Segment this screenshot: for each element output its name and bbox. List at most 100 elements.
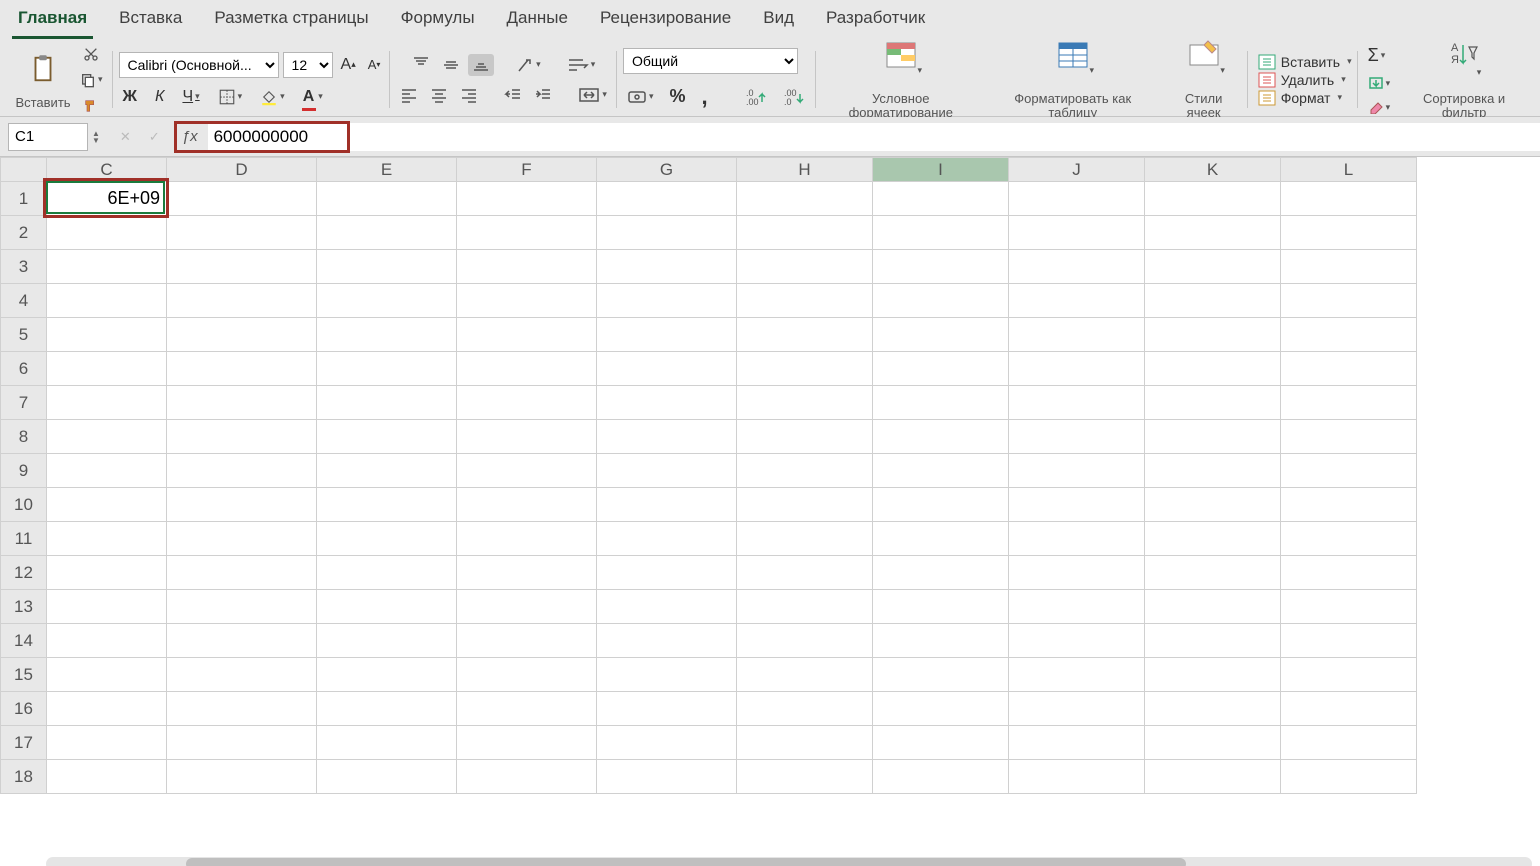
cell-L12[interactable] bbox=[1281, 556, 1417, 590]
tab-formulas[interactable]: Формулы bbox=[395, 4, 481, 39]
insert-cells-button[interactable]: Вставить▾ bbox=[1258, 54, 1352, 70]
cell-I9[interactable] bbox=[873, 454, 1009, 488]
cell-G18[interactable] bbox=[597, 760, 737, 794]
cell-J8[interactable] bbox=[1009, 420, 1145, 454]
cell-F2[interactable] bbox=[457, 216, 597, 250]
cell-H3[interactable] bbox=[737, 250, 873, 284]
tab-home[interactable]: Главная bbox=[12, 4, 93, 39]
cell-I16[interactable] bbox=[873, 692, 1009, 726]
cell-D4[interactable] bbox=[167, 284, 317, 318]
cell-I18[interactable] bbox=[873, 760, 1009, 794]
scrollbar-thumb[interactable] bbox=[186, 858, 1186, 866]
copy-button[interactable]: ▾ bbox=[76, 70, 107, 90]
cell-J3[interactable] bbox=[1009, 250, 1145, 284]
row-header-1[interactable]: 1 bbox=[1, 182, 47, 216]
wrap-text-button[interactable]: ▾ bbox=[563, 54, 600, 76]
cell-K13[interactable] bbox=[1145, 590, 1281, 624]
cell-I4[interactable] bbox=[873, 284, 1009, 318]
cell-F15[interactable] bbox=[457, 658, 597, 692]
clear-button[interactable]: ▾ bbox=[1364, 98, 1395, 116]
cell-F8[interactable] bbox=[457, 420, 597, 454]
cell-F12[interactable] bbox=[457, 556, 597, 590]
cell-I8[interactable] bbox=[873, 420, 1009, 454]
underline-button[interactable]: Ч▾ bbox=[178, 86, 203, 108]
tab-page-layout[interactable]: Разметка страницы bbox=[208, 4, 374, 39]
cell-H11[interactable] bbox=[737, 522, 873, 556]
cell-L16[interactable] bbox=[1281, 692, 1417, 726]
decrease-indent-button[interactable] bbox=[500, 84, 526, 106]
borders-button[interactable]: ▾ bbox=[214, 86, 247, 108]
cell-J18[interactable] bbox=[1009, 760, 1145, 794]
row-header-13[interactable]: 13 bbox=[1, 590, 47, 624]
cell-F1[interactable] bbox=[457, 182, 597, 216]
row-header-8[interactable]: 8 bbox=[1, 420, 47, 454]
cell-I17[interactable] bbox=[873, 726, 1009, 760]
cell-E8[interactable] bbox=[317, 420, 457, 454]
cell-K9[interactable] bbox=[1145, 454, 1281, 488]
cell-C14[interactable] bbox=[47, 624, 167, 658]
cell-E18[interactable] bbox=[317, 760, 457, 794]
conditional-formatting-button[interactable]: ▾ Условное форматирование bbox=[822, 37, 980, 123]
cell-K15[interactable] bbox=[1145, 658, 1281, 692]
cell-H18[interactable] bbox=[737, 760, 873, 794]
cell-J4[interactable] bbox=[1009, 284, 1145, 318]
row-header-7[interactable]: 7 bbox=[1, 386, 47, 420]
cell-C17[interactable] bbox=[47, 726, 167, 760]
cell-E15[interactable] bbox=[317, 658, 457, 692]
bold-button[interactable]: Ж bbox=[119, 86, 141, 108]
cell-C15[interactable] bbox=[47, 658, 167, 692]
cell-J7[interactable] bbox=[1009, 386, 1145, 420]
cell-L4[interactable] bbox=[1281, 284, 1417, 318]
cell-C12[interactable] bbox=[47, 556, 167, 590]
cell-J5[interactable] bbox=[1009, 318, 1145, 352]
cell-L6[interactable] bbox=[1281, 352, 1417, 386]
cell-D11[interactable] bbox=[167, 522, 317, 556]
cell-K1[interactable] bbox=[1145, 182, 1281, 216]
cell-I11[interactable] bbox=[873, 522, 1009, 556]
row-header-15[interactable]: 15 bbox=[1, 658, 47, 692]
row-header-11[interactable]: 11 bbox=[1, 522, 47, 556]
cell-J9[interactable] bbox=[1009, 454, 1145, 488]
font-size-select[interactable]: 12 bbox=[283, 52, 333, 78]
cell-L1[interactable] bbox=[1281, 182, 1417, 216]
row-header-12[interactable]: 12 bbox=[1, 556, 47, 590]
cell-F11[interactable] bbox=[457, 522, 597, 556]
cell-K18[interactable] bbox=[1145, 760, 1281, 794]
cell-E4[interactable] bbox=[317, 284, 457, 318]
cell-H9[interactable] bbox=[737, 454, 873, 488]
cell-K5[interactable] bbox=[1145, 318, 1281, 352]
cell-J6[interactable] bbox=[1009, 352, 1145, 386]
cell-G3[interactable] bbox=[597, 250, 737, 284]
cell-D3[interactable] bbox=[167, 250, 317, 284]
percent-button[interactable]: % bbox=[665, 84, 689, 109]
cell-C11[interactable] bbox=[47, 522, 167, 556]
cell-I6[interactable] bbox=[873, 352, 1009, 386]
cell-K8[interactable] bbox=[1145, 420, 1281, 454]
align-right-button[interactable] bbox=[456, 84, 482, 106]
cell-E9[interactable] bbox=[317, 454, 457, 488]
row-header-18[interactable]: 18 bbox=[1, 760, 47, 794]
cell-L5[interactable] bbox=[1281, 318, 1417, 352]
cell-E10[interactable] bbox=[317, 488, 457, 522]
cell-G16[interactable] bbox=[597, 692, 737, 726]
cell-C2[interactable] bbox=[47, 216, 167, 250]
cell-L14[interactable] bbox=[1281, 624, 1417, 658]
cell-H4[interactable] bbox=[737, 284, 873, 318]
cell-E13[interactable] bbox=[317, 590, 457, 624]
cell-L8[interactable] bbox=[1281, 420, 1417, 454]
row-header-16[interactable]: 16 bbox=[1, 692, 47, 726]
decrease-decimal-button[interactable]: .00.0 bbox=[780, 86, 810, 108]
name-box[interactable]: C1 bbox=[8, 123, 88, 151]
col-header-E[interactable]: E bbox=[317, 158, 457, 182]
cell-J2[interactable] bbox=[1009, 216, 1145, 250]
cell-G6[interactable] bbox=[597, 352, 737, 386]
cell-K14[interactable] bbox=[1145, 624, 1281, 658]
cell-I10[interactable] bbox=[873, 488, 1009, 522]
col-header-K[interactable]: K bbox=[1145, 158, 1281, 182]
cell-G1[interactable] bbox=[597, 182, 737, 216]
tab-review[interactable]: Рецензирование bbox=[594, 4, 737, 39]
cell-H12[interactable] bbox=[737, 556, 873, 590]
font-color-button[interactable]: А▾ bbox=[299, 86, 327, 108]
cell-D14[interactable] bbox=[167, 624, 317, 658]
cell-H5[interactable] bbox=[737, 318, 873, 352]
